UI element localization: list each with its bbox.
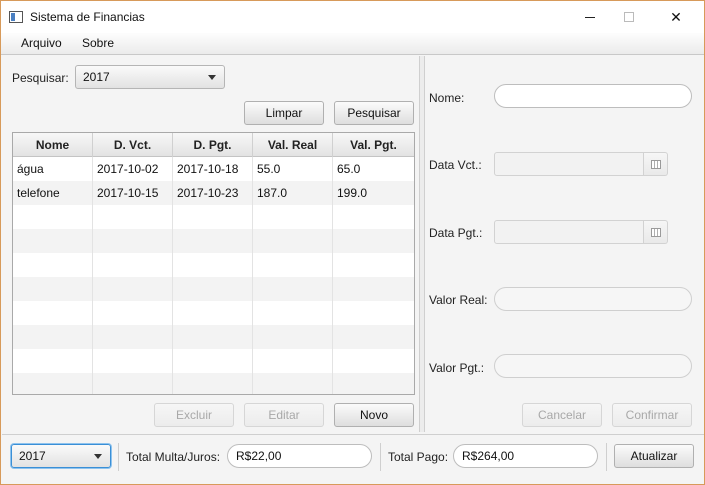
maximize-icon <box>624 12 634 22</box>
search-year-select[interactable]: 2017 <box>75 65 225 89</box>
summary-year-value: 2017 <box>19 449 46 463</box>
cell-paid-value: 65.0 <box>337 162 361 176</box>
summary-year-select[interactable]: 2017 <box>11 444 111 468</box>
divider <box>606 443 607 471</box>
cell-pay-date: 2017-10-23 <box>173 181 253 205</box>
paid-value-input[interactable] <box>494 354 692 378</box>
form-panel: Nome: Data Vct.: Data Pgt.: Valor Real: … <box>425 56 704 432</box>
empty-table-row <box>13 253 414 277</box>
cell-paid-value: 199.0 <box>337 186 368 200</box>
fines-total-label: Total Multa/Juros: <box>126 450 221 464</box>
column-header-nome[interactable]: Nome <box>13 133 93 157</box>
name-input[interactable] <box>494 84 692 108</box>
maximize-button[interactable] <box>606 1 652 33</box>
table-row[interactable]: telefone 2017-10-15 2017-10-23 187.0 199… <box>13 181 414 205</box>
empty-table-row <box>13 373 414 394</box>
paid-total-label: Total Pago: <box>388 450 449 464</box>
cancel-button[interactable]: Cancelar <box>522 403 602 427</box>
search-label: Pesquisar: <box>12 71 69 85</box>
column-header-real-value[interactable]: Val. Real <box>253 133 333 157</box>
chevron-down-icon <box>208 75 216 80</box>
menu-item-sobre[interactable]: Sobre <box>82 36 114 50</box>
real-value-input[interactable] <box>494 287 692 311</box>
bills-table[interactable]: Nome D. Vct. D. Pgt. Val. Real Val. Pgt.… <box>12 132 415 395</box>
confirm-button[interactable]: Confirmar <box>612 403 692 427</box>
clear-button[interactable]: Limpar <box>244 101 324 125</box>
cell-real-value: 187.0 <box>253 181 333 205</box>
empty-table-row <box>13 229 414 253</box>
table-row[interactable]: água 2017-10-02 2017-10-18 55.0 65.0 <box>13 157 414 181</box>
divider <box>380 443 381 471</box>
empty-table-row <box>13 205 414 229</box>
table-header: Nome D. Vct. D. Pgt. Val. Real Val. Pgt. <box>13 133 414 157</box>
menu-bar: Arquivo Sobre <box>1 33 704 55</box>
cell-real-value: 55.0 <box>253 157 333 181</box>
cell-nome: telefone <box>13 181 93 205</box>
delete-button[interactable]: Excluir <box>154 403 234 427</box>
close-button[interactable]: ✕ <box>653 1 699 33</box>
column-header-due-date[interactable]: D. Vct. <box>93 133 173 157</box>
empty-table-row <box>13 277 414 301</box>
cell-pay-date: 2017-10-18 <box>173 157 253 181</box>
empty-table-row <box>13 301 414 325</box>
pay-date-picker-button[interactable] <box>644 220 668 244</box>
refresh-button[interactable]: Atualizar <box>614 444 694 468</box>
chevron-down-icon <box>94 454 102 459</box>
title-bar[interactable]: Sistema de Financias ✕ <box>1 1 704 33</box>
paid-total-field[interactable]: R$264,00 <box>453 444 598 468</box>
name-label: Nome: <box>429 91 465 105</box>
app-window: Sistema de Financias ✕ Arquivo Sobre Pes… <box>0 0 705 485</box>
search-button[interactable]: Pesquisar <box>334 101 414 125</box>
paid-value-label: Valor Pgt.: <box>429 361 485 375</box>
cell-due-date: 2017-10-02 <box>93 157 173 181</box>
edit-button[interactable]: Editar <box>244 403 324 427</box>
new-button[interactable]: Novo <box>334 403 414 427</box>
pay-date-label: Data Pgt.: <box>429 226 483 240</box>
pay-date-input[interactable] <box>494 220 644 244</box>
cell-due-date: 2017-10-15 <box>93 181 173 205</box>
due-date-label: Data Vct.: <box>429 158 482 172</box>
app-icon <box>9 11 23 23</box>
calendar-icon <box>650 227 661 237</box>
list-panel: Pesquisar: 2017 Limpar Pesquisar Nome D.… <box>2 56 419 432</box>
real-value-label: Valor Real: <box>429 293 488 307</box>
window-title: Sistema de Financias <box>30 10 145 24</box>
due-date-input[interactable] <box>494 152 644 176</box>
cell-nome: água <box>13 157 93 181</box>
empty-table-row <box>13 325 414 349</box>
empty-table-row <box>13 349 414 373</box>
menu-item-arquivo[interactable]: Arquivo <box>21 36 62 50</box>
divider <box>118 443 119 471</box>
column-header-paid-value[interactable]: Val. Pgt. <box>333 133 414 157</box>
calendar-icon <box>650 159 661 169</box>
summary-bar: 2017 Total Multa/Juros: R$22,00 Total Pa… <box>2 434 704 478</box>
column-header-pay-date[interactable]: D. Pgt. <box>173 133 253 157</box>
minimize-icon <box>585 16 595 18</box>
due-date-picker-button[interactable] <box>644 152 668 176</box>
fines-total-field[interactable]: R$22,00 <box>227 444 372 468</box>
close-icon: ✕ <box>670 8 682 25</box>
search-year-value: 2017 <box>83 70 110 84</box>
